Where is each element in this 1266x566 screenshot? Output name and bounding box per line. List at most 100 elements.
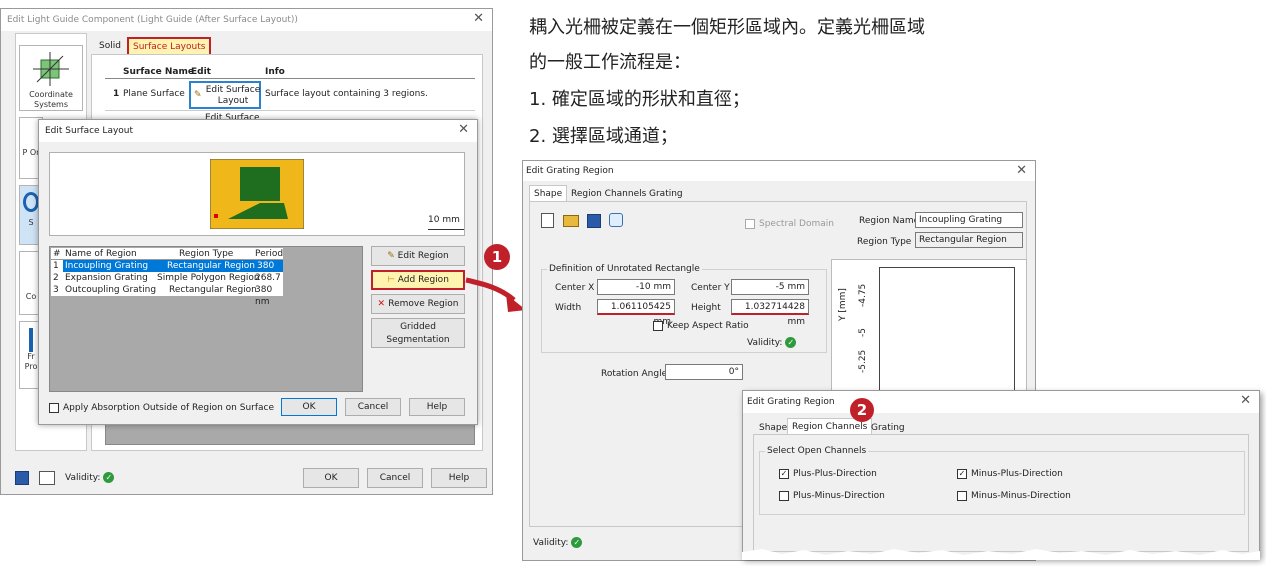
edit-surface-layout-label: Edit Surface Layout — [205, 85, 261, 106]
add-icon: ⊢ — [387, 275, 398, 285]
ok-button[interactable]: OK — [281, 398, 337, 416]
tab-region-channels[interactable]: Region Channels — [567, 186, 650, 202]
edit-surface-layout-title: Edit Surface Layout — [39, 120, 477, 142]
region-period: 380 nm — [255, 285, 273, 307]
torn-edge-decoration — [742, 549, 1260, 560]
region-index: 3 — [53, 285, 59, 295]
plus-plus-checkbox[interactable]: ✓ — [779, 469, 789, 479]
zoom-icon[interactable] — [609, 213, 623, 227]
export-icon[interactable] — [39, 471, 55, 485]
region-index: 1 — [53, 261, 59, 271]
center-y-input[interactable]: -5 mm — [731, 279, 809, 295]
circle-icon — [23, 192, 39, 212]
add-region-button[interactable]: ⊢ Add Region — [371, 270, 465, 290]
tab-shape[interactable]: Shape — [529, 185, 568, 202]
region-name: Expansion Grating — [65, 273, 148, 283]
plot-frame — [879, 267, 1015, 397]
keep-aspect-checkbox[interactable] — [653, 321, 663, 331]
add-region-label: Add Region — [397, 275, 449, 285]
region-type: Rectangular Region — [167, 260, 255, 272]
cancel-button[interactable]: Cancel — [345, 398, 401, 416]
spectral-domain-checkbox[interactable] — [745, 219, 755, 229]
check-icon: ✓ — [785, 337, 797, 348]
cancel-button[interactable]: Cancel — [367, 468, 423, 488]
coordinate-systems-icon — [33, 52, 69, 86]
height-input[interactable]: 1.032714428 mm — [731, 299, 809, 327]
save-icon[interactable] — [15, 471, 29, 485]
validity-label: Validity: — [533, 538, 569, 548]
rotation-label: Rotation Angle — [601, 369, 668, 379]
width-input[interactable]: 1.061105425 mm — [597, 299, 675, 327]
region-type: Simple Polygon Region — [157, 273, 260, 283]
row-number: 1 — [113, 89, 120, 99]
region-name-label: Region Name — [859, 216, 920, 226]
row-info: Surface layout containing 3 regions. — [265, 89, 428, 99]
region-table-header: # Name of Region Region Type Period — [51, 248, 283, 260]
edit-region-button[interactable]: ✎ Edit Region — [371, 246, 465, 266]
surface-table-header: Surface Name Edit Info — [105, 65, 475, 79]
scale-label: 10 mm — [428, 215, 460, 225]
region-name: Outcoupling Grating — [65, 285, 157, 295]
close-icon[interactable]: ✕ — [473, 12, 484, 26]
height-label: Height — [691, 303, 721, 313]
region-channels-dialog: Edit Grating Region ✕ Shape Region Chann… — [742, 390, 1260, 560]
plus-minus-checkbox[interactable] — [779, 491, 789, 501]
check-icon: ✓ — [103, 472, 115, 483]
tab-grating[interactable]: Grating — [645, 186, 687, 202]
width-label: Width — [555, 303, 582, 313]
help-button[interactable]: Help — [409, 398, 465, 416]
apply-absorption-label: Apply Absorption Outside of Region on Su… — [63, 403, 275, 413]
y-axis-label: Y [mm] — [838, 288, 848, 321]
close-icon[interactable]: ✕ — [1016, 164, 1027, 178]
step-badge-1: 1 — [484, 244, 510, 270]
definition-title: Definition of Unrotated Rectangle — [547, 263, 702, 275]
scale-bar — [428, 229, 464, 230]
y-tick-label: -5 — [858, 328, 868, 337]
save-icon[interactable] — [587, 214, 601, 228]
close-icon[interactable]: ✕ — [458, 123, 469, 137]
edit-grating-region-title: Edit Grating Region — [523, 161, 1035, 181]
rotation-input[interactable]: 0° — [665, 364, 743, 380]
region-type-label: Region Type — [857, 237, 912, 247]
apply-absorption-checkbox[interactable] — [49, 403, 59, 413]
center-x-input[interactable]: -10 mm — [597, 279, 675, 295]
center-x-label: Center X — [555, 283, 595, 293]
new-icon[interactable] — [541, 213, 554, 228]
layout-preview: 10 mm — [49, 152, 465, 236]
header-index: # — [53, 249, 61, 259]
minus-plus-checkbox[interactable]: ✓ — [957, 469, 967, 479]
text-line-2: 的一般工作流程是： — [529, 52, 691, 73]
table-row[interactable]: 1 Incoupling Grating Rectangular Region … — [51, 260, 283, 284]
header-name: Name of Region — [65, 249, 137, 259]
gridded-segmentation-button[interactable]: Gridded Segmentation — [371, 318, 465, 348]
help-button[interactable]: Help — [431, 468, 487, 488]
remove-region-button[interactable]: ✕ Remove Region — [371, 294, 465, 314]
ok-button[interactable]: OK — [303, 468, 359, 488]
minus-minus-checkbox[interactable] — [957, 491, 967, 501]
sidebar-item-label: Coordinate Systems — [29, 90, 73, 109]
pencil-icon: ✎ — [387, 251, 398, 261]
header-info: Info — [265, 67, 285, 77]
table-row[interactable]: 2 Expansion Grating Simple Polygon Regio… — [51, 272, 283, 295]
table-row[interactable]: 3 Outcoupling Grating Rectangular Region… — [51, 284, 283, 307]
region-name-input[interactable]: Incoupling Grating — [915, 212, 1023, 228]
validity-row: Validity: ✓ — [747, 337, 797, 349]
close-icon[interactable]: ✕ — [1240, 394, 1251, 408]
open-channels-title: Select Open Channels — [765, 445, 869, 457]
region-type-select[interactable]: Rectangular Region — [915, 232, 1023, 248]
validity-label: Validity: — [747, 338, 783, 348]
region-name: Incoupling Grating — [63, 260, 167, 272]
tab-solid[interactable]: Solid — [95, 38, 125, 54]
layout-preview-graphic — [210, 159, 304, 229]
arrow-down-icon — [29, 328, 33, 352]
header-surface-name: Surface Name — [123, 67, 194, 77]
sidebar-item-coordinate-systems[interactable]: Coordinate Systems — [19, 45, 83, 111]
edit-surface-layout-button[interactable]: ✎ Edit Surface Layout — [189, 81, 261, 109]
remove-icon: ✕ — [377, 299, 389, 309]
region-type: Rectangular Region — [169, 285, 257, 295]
edit-surface-layout-dialog: Edit Surface Layout ✕ 10 mm # Name of Re… — [38, 119, 478, 425]
header-type: Region Type — [179, 249, 234, 259]
light-guide-window-title: Edit Light Guide Component (Light Guide … — [1, 9, 492, 31]
open-folder-icon[interactable] — [563, 215, 579, 227]
validity-row: Validity: ✓ — [65, 471, 115, 485]
